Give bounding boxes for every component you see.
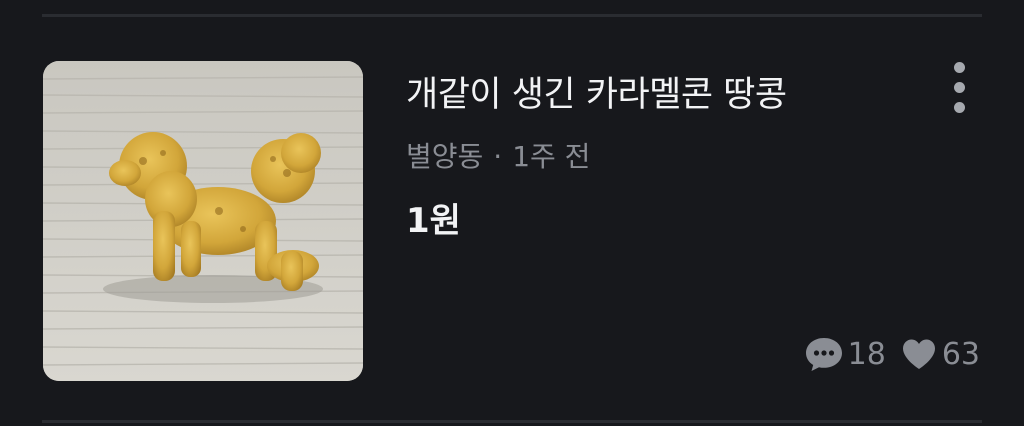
bottom-divider xyxy=(42,420,982,423)
more-options-button[interactable] xyxy=(944,58,976,118)
chat-count-stat: 18 xyxy=(804,334,886,374)
listing-title[interactable]: 개같이 생긴 카라멜콘 땅콩 xyxy=(406,66,787,117)
listing-thumbnail[interactable] xyxy=(43,61,363,381)
like-count: 63 xyxy=(941,336,980,372)
listing-location: 별양동 xyxy=(406,140,484,173)
listing-posted-time: 1주 전 xyxy=(512,140,591,173)
listing-stats: 18 63 xyxy=(804,334,980,374)
heart-icon xyxy=(902,339,935,369)
chat-count: 18 xyxy=(847,336,886,372)
thumbnail-image xyxy=(43,61,363,381)
listing-item[interactable]: 개같이 생긴 카라멜콘 땅콩 별양동 · 1주 전 1원 18 63 xyxy=(0,0,1024,426)
listing-price: 1원 xyxy=(406,201,461,241)
chat-bubble-icon xyxy=(805,338,842,371)
meta-separator: · xyxy=(493,140,503,173)
listing-meta: 별양동 · 1주 전 xyxy=(406,135,590,175)
like-count-stat: 63 xyxy=(900,335,980,373)
